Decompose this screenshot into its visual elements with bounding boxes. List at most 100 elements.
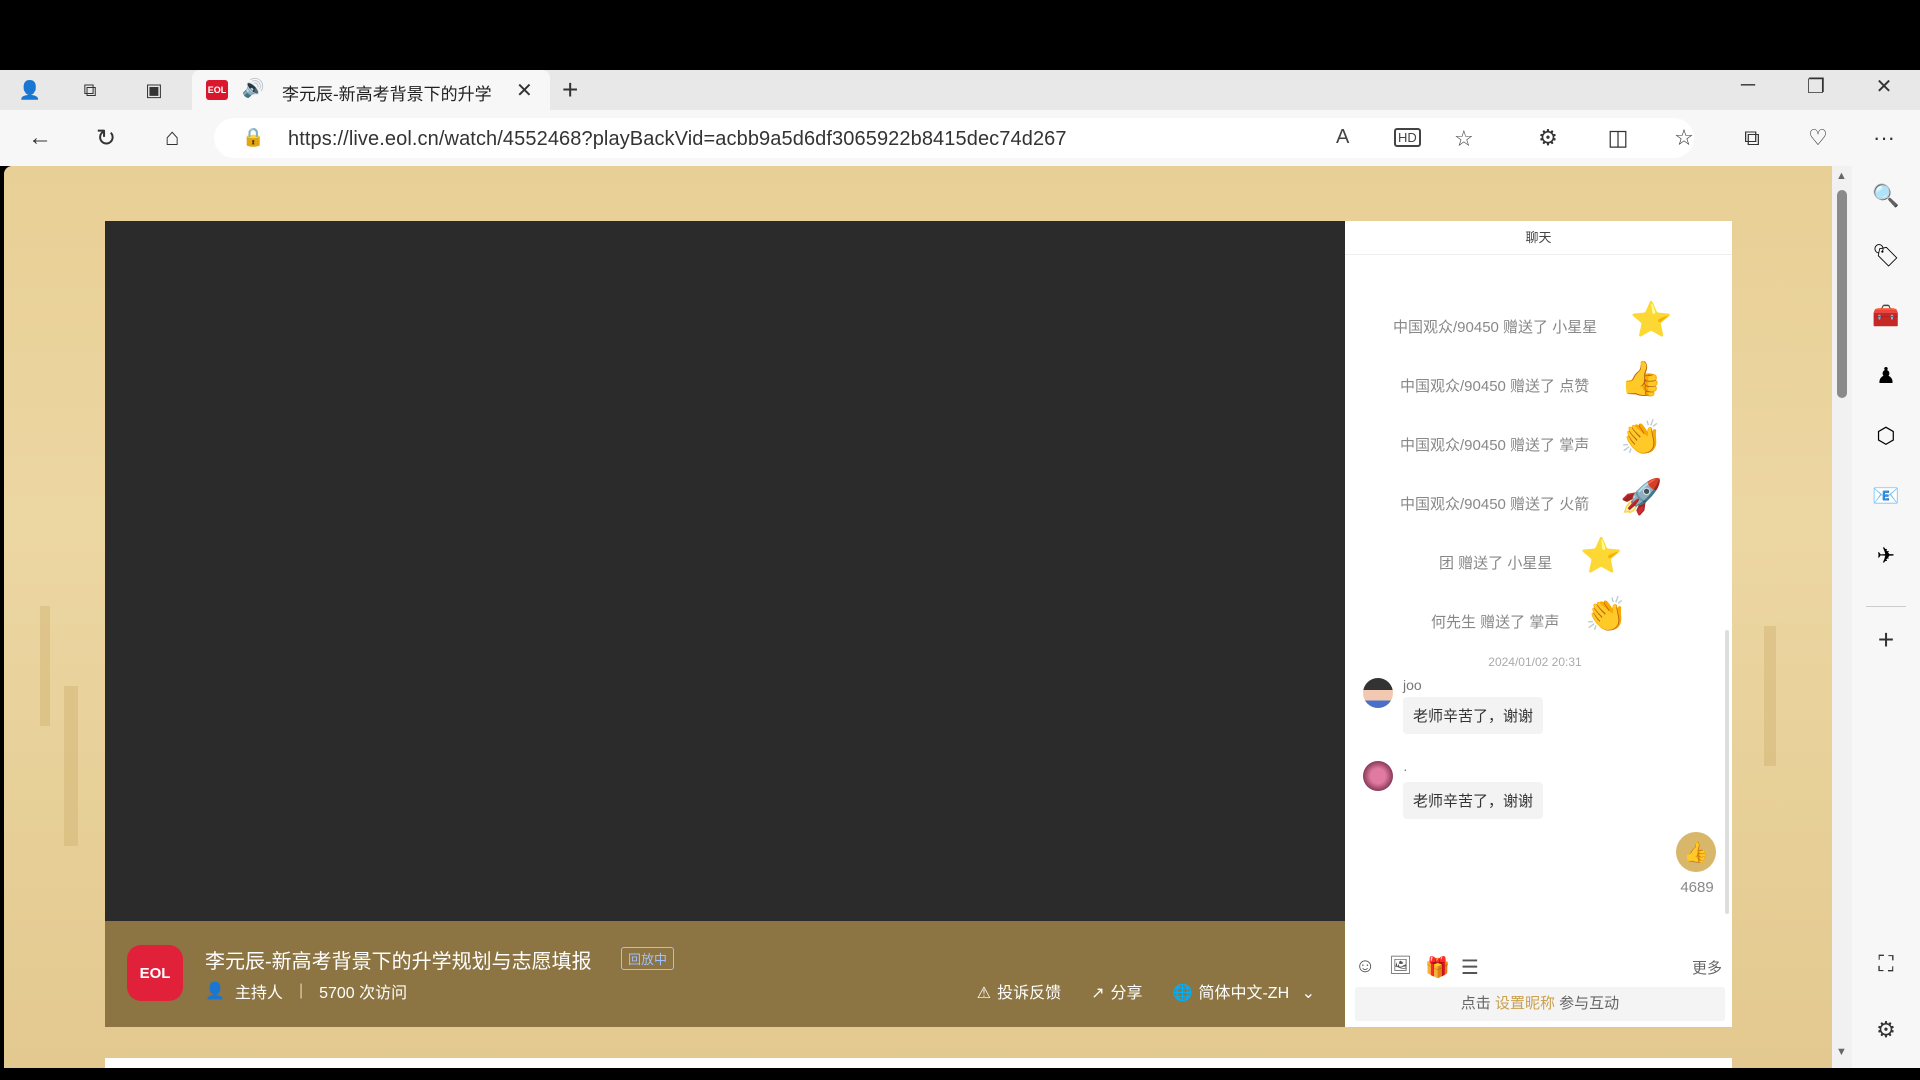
- address-bar[interactable]: 🔒 https://live.eol.cn/watch/4552468?play…: [214, 118, 1694, 158]
- window-close-button[interactable]: ✕: [1864, 74, 1904, 99]
- more-button[interactable]: 更多: [1692, 957, 1722, 978]
- next-section-edge: [105, 1058, 1732, 1068]
- video-player[interactable]: [105, 221, 1345, 921]
- image-icon[interactable]: 🖼: [1389, 955, 1412, 976]
- sidebar-divider: [1866, 606, 1906, 607]
- chat-username: joo: [1403, 677, 1422, 693]
- chat-header: 聊天: [1345, 221, 1732, 255]
- replay-badge: 回放中: [621, 947, 675, 970]
- url-text[interactable]: https://live.eol.cn/watch/4552468?playBa…: [288, 128, 1067, 151]
- add-icon[interactable]: +: [1872, 624, 1900, 655]
- notes-icon[interactable]: ☰: [1461, 955, 1479, 980]
- chevron-down-icon: ⌄: [1301, 985, 1315, 1002]
- globe-icon: 🌐: [1172, 985, 1193, 1002]
- gift-message: 中国观众/90450 赠送了 火箭: [1400, 496, 1590, 513]
- minimize-button[interactable]: ─: [1728, 74, 1768, 97]
- chat-timestamp: 2024/01/02 20:31: [1488, 655, 1582, 669]
- like-count: 4689: [1680, 879, 1714, 896]
- tab-close-icon[interactable]: ✕: [516, 78, 533, 103]
- restore-button[interactable]: ❐: [1796, 74, 1836, 99]
- report-button[interactable]: ⚠ 投诉反馈: [977, 979, 1061, 1003]
- gift-message: 何先生 赠送了 掌声: [1431, 614, 1560, 631]
- tab-bar: 👤 ⧉ ▣ EOL 🔊 李元辰-新高考背景下的升学 ✕ + ─ ❐ ✕: [0, 70, 1920, 110]
- chat-message: 老师辛苦了，谢谢: [1403, 782, 1544, 819]
- tools-icon[interactable]: 🧰: [1872, 302, 1900, 330]
- star-gift-icon: ⭐: [1630, 301, 1673, 339]
- refresh-icon[interactable]: ↻: [90, 122, 122, 154]
- chat-panel: 聊天 中国观众/90450 赠送了 小星星 ⭐ 中国观众/90450 赠送了 点…: [1345, 221, 1732, 1027]
- background-decoration: [1764, 626, 1776, 766]
- set-nickname-link[interactable]: 设置昵称: [1495, 995, 1555, 1012]
- avatar[interactable]: [1363, 678, 1393, 708]
- report-label: 投诉反馈: [997, 985, 1062, 1002]
- gift-message: 中国观众/90450 赠送了 小星星: [1393, 319, 1598, 336]
- thumbs-up-gift-icon: 👍: [1620, 360, 1663, 398]
- favorite-star-icon[interactable]: ☆: [1454, 126, 1474, 152]
- scroll-down-icon[interactable]: ▼: [1836, 1046, 1847, 1058]
- like-button[interactable]: 👍: [1676, 832, 1716, 872]
- home-icon[interactable]: ⌂: [156, 122, 188, 154]
- screen: 👤 ⧉ ▣ EOL 🔊 李元辰-新高考背景下的升学 ✕ + ─ ❐ ✕ ← ↻ …: [0, 0, 1920, 1080]
- audio-playing-icon[interactable]: 🔊: [242, 78, 264, 99]
- back-icon[interactable]: ←: [24, 122, 56, 154]
- background-decoration: [64, 686, 78, 846]
- extensions-icon[interactable]: ⚙: [1532, 122, 1564, 154]
- host-label: 主持人: [234, 985, 283, 1002]
- profile-icon[interactable]: 👤: [16, 78, 44, 102]
- share-icon: ↗: [1091, 985, 1105, 1002]
- eol-logo: EOL: [127, 945, 183, 1001]
- video-actions: ⚠ 投诉反馈 ↗ 分享 🌐 简体中文-ZH ⌄: [977, 979, 1315, 1003]
- top-black-bar: [0, 0, 1920, 70]
- read-aloud-icon[interactable]: A: [1336, 126, 1349, 149]
- star-gift-icon: ⭐: [1580, 537, 1623, 575]
- chat-message: 老师辛苦了，谢谢: [1403, 697, 1544, 734]
- settings-icon[interactable]: ⚙: [1872, 1016, 1900, 1044]
- new-tab-button[interactable]: +: [562, 74, 578, 106]
- chat-scrollbar[interactable]: [1725, 630, 1729, 914]
- active-tab[interactable]: EOL 🔊 李元辰-新高考背景下的升学 ✕: [192, 70, 550, 110]
- address-toolbar: ← ↻ ⌂ 🔒 https://live.eol.cn/watch/455246…: [0, 110, 1920, 166]
- gift-message: 中国观众/90450 赠送了 点赞: [1400, 378, 1590, 395]
- tab-actions-icon[interactable]: ▣: [140, 78, 168, 102]
- send-icon[interactable]: ✈: [1872, 542, 1900, 570]
- shopping-tag-icon[interactable]: 🏷: [1872, 242, 1900, 270]
- video-info-bar: EOL 李元辰-新高考背景下的升学规划与志愿填报 回放中 👤 主持人 | 570…: [105, 921, 1345, 1027]
- avatar[interactable]: [1363, 761, 1393, 791]
- gift-message: 中国观众/90450 赠送了 掌声: [1400, 437, 1590, 454]
- games-icon[interactable]: ♟: [1872, 362, 1900, 390]
- background-decoration: [40, 606, 50, 726]
- clap-gift-icon: 👏: [1620, 419, 1663, 457]
- collections-icon[interactable]: ⧉: [76, 78, 104, 102]
- warning-icon: ⚠: [976, 985, 992, 1002]
- bottom-black-bar: [0, 1068, 1920, 1080]
- tab-title: 李元辰-新高考背景下的升学: [282, 85, 492, 104]
- page-scrollbar[interactable]: ▲ ▼: [1832, 166, 1852, 1068]
- hd-icon[interactable]: HD: [1394, 128, 1421, 147]
- outlook-icon[interactable]: 📧: [1872, 482, 1900, 510]
- lock-icon[interactable]: 🔒: [242, 127, 264, 148]
- favorites-icon[interactable]: ☆: [1668, 122, 1700, 154]
- join-prefix: 点击: [1460, 995, 1491, 1012]
- gift-message: 团 赠送了 小星星: [1439, 555, 1553, 572]
- collections-toolbar-icon[interactable]: ⧉: [1736, 122, 1768, 154]
- rocket-gift-icon: 🚀: [1620, 478, 1663, 516]
- microsoft-365-icon[interactable]: ⬡: [1872, 422, 1900, 450]
- more-menu-icon[interactable]: ···: [1868, 122, 1900, 154]
- chat-toolbar: ☺ 🖼 🎁 ☰ 更多: [1345, 951, 1732, 983]
- set-nickname-prompt[interactable]: 点击 设置昵称 参与互动: [1355, 987, 1725, 1021]
- screenshot-icon[interactable]: ⛶: [1872, 950, 1900, 978]
- language-label: 简体中文-ZH: [1198, 985, 1290, 1002]
- language-select[interactable]: 🌐 简体中文-ZH ⌄: [1173, 979, 1315, 1003]
- share-label: 分享: [1110, 985, 1143, 1002]
- join-suffix: 参与互动: [1559, 995, 1620, 1012]
- eol-favicon-icon: EOL: [206, 80, 228, 100]
- split-screen-icon[interactable]: ◫: [1602, 122, 1634, 154]
- emoji-icon[interactable]: ☺: [1355, 955, 1375, 978]
- scroll-up-icon[interactable]: ▲: [1836, 170, 1847, 182]
- chat-username: ·: [1403, 761, 1408, 777]
- gift-icon[interactable]: 🎁: [1425, 955, 1450, 980]
- scroll-thumb[interactable]: [1837, 190, 1847, 398]
- share-button[interactable]: ↗ 分享: [1091, 979, 1142, 1003]
- browser-essentials-icon[interactable]: ♡: [1802, 122, 1834, 154]
- search-icon[interactable]: 🔍: [1872, 182, 1900, 210]
